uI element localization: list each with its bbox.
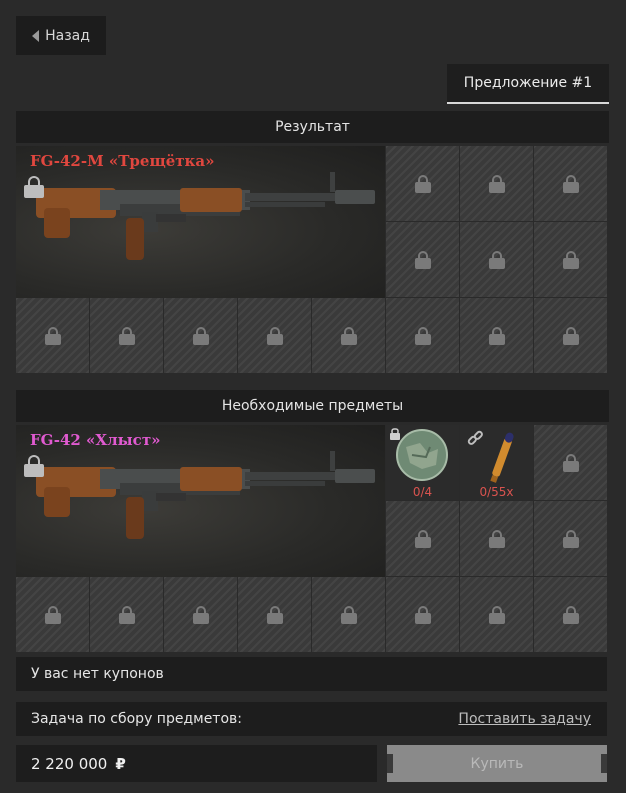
lock-icon — [118, 605, 135, 624]
locked-slot — [386, 298, 459, 373]
lock-icon — [414, 605, 431, 624]
lock-icon — [340, 326, 357, 345]
lock-icon — [488, 529, 505, 548]
lock-icon — [562, 453, 579, 472]
locked-slot — [238, 577, 311, 652]
locked-slot — [460, 146, 533, 221]
required-item-ammo[interactable]: 0/55x — [460, 425, 533, 500]
lock-icon — [340, 605, 357, 624]
lock-icon — [266, 326, 283, 345]
locked-slot — [238, 298, 311, 373]
locked-slot — [534, 425, 607, 500]
item-count: 0/55x — [479, 485, 514, 499]
required-header: Необходимые предметы — [16, 390, 609, 422]
price-box: 2 220 000 ₽ — [16, 745, 377, 782]
lock-icon — [118, 326, 135, 345]
back-label: Назад — [45, 27, 90, 44]
buy-button[interactable]: Купить — [387, 745, 607, 782]
locked-slot — [164, 298, 237, 373]
locked-slot — [386, 577, 459, 652]
lock-icon — [488, 326, 505, 345]
lock-icon — [192, 605, 209, 624]
task-label: Задача по сбору предметов: — [31, 711, 242, 727]
lock-icon — [414, 174, 431, 193]
coupons-bar: У вас нет купонов — [16, 657, 607, 691]
required-header-label: Необходимые предметы — [221, 398, 404, 414]
locked-slot — [164, 577, 237, 652]
rifle-image — [36, 451, 375, 539]
lock-icon — [44, 326, 61, 345]
coupons-text: У вас нет купонов — [31, 666, 164, 682]
locked-slot — [90, 298, 163, 373]
result-header: Результат — [16, 111, 609, 143]
chevron-left-icon — [32, 29, 40, 42]
locked-slot — [460, 298, 533, 373]
result-weapon-name: FG-42-M «Трещётка» — [30, 152, 215, 170]
required-item-map[interactable]: 0/4 — [386, 425, 459, 500]
locked-slot — [534, 146, 607, 221]
lock-icon — [24, 176, 44, 198]
locked-slot — [534, 298, 607, 373]
lock-icon — [562, 250, 579, 269]
locked-slot — [460, 501, 533, 576]
buy-label: Купить — [470, 755, 524, 772]
rifle-image — [36, 172, 375, 260]
price-value: 2 220 000 — [31, 754, 108, 773]
locked-slot — [16, 298, 89, 373]
locked-slot — [312, 577, 385, 652]
result-grid: FG-42-M «Трещётка» — [16, 146, 608, 374]
back-button[interactable]: Назад — [16, 16, 106, 55]
ruble-icon: ₽ — [115, 754, 126, 773]
locked-slot — [312, 298, 385, 373]
lock-icon — [488, 250, 505, 269]
locked-slot — [386, 146, 459, 221]
set-task-link[interactable]: Поставить задачу — [458, 711, 591, 727]
lock-icon — [562, 529, 579, 548]
required-weapon-name: FG-42 «Хлыст» — [30, 431, 161, 449]
lock-icon — [266, 605, 283, 624]
locked-slot — [534, 577, 607, 652]
lock-icon — [44, 605, 61, 624]
locked-slot — [90, 577, 163, 652]
locked-slot — [386, 222, 459, 297]
task-bar: Задача по сбору предметов: Поставить зад… — [16, 702, 607, 736]
locked-slot — [460, 577, 533, 652]
locked-slot — [16, 577, 89, 652]
locked-slot — [534, 501, 607, 576]
tab-offer-1[interactable]: Предложение #1 — [447, 64, 609, 104]
lock-icon — [562, 326, 579, 345]
button-edge — [387, 754, 393, 773]
lock-icon — [562, 174, 579, 193]
locked-slot — [534, 222, 607, 297]
result-weapon-slot[interactable]: FG-42-M «Трещётка» — [16, 146, 385, 298]
lock-icon — [488, 174, 505, 193]
offer-tab-label: Предложение #1 — [463, 75, 593, 91]
button-edge — [601, 754, 607, 773]
item-count: 0/4 — [412, 485, 433, 499]
locked-slot — [386, 501, 459, 576]
lock-icon — [414, 529, 431, 548]
lock-icon — [488, 605, 505, 624]
lock-icon — [414, 326, 431, 345]
lock-icon — [562, 605, 579, 624]
result-header-label: Результат — [275, 119, 350, 135]
locked-slot — [460, 222, 533, 297]
required-grid: FG-42 «Хлыст» 0/4 0/55x — [16, 425, 608, 653]
required-weapon-slot[interactable]: FG-42 «Хлыст» — [16, 425, 385, 577]
lock-icon — [414, 250, 431, 269]
lock-icon — [24, 455, 44, 477]
lock-icon — [192, 326, 209, 345]
